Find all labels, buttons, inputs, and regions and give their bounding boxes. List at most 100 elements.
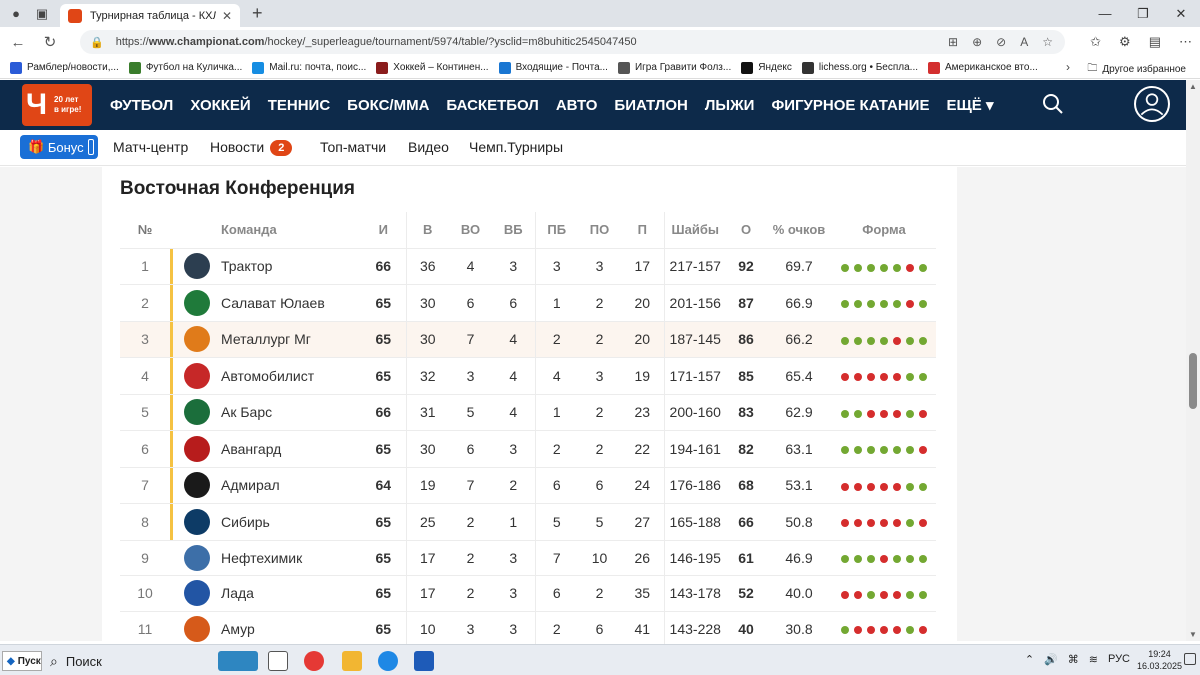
edge-browser-icon[interactable] (378, 651, 398, 671)
nav-item[interactable]: ФУТБОЛ (110, 97, 173, 114)
table-row[interactable]: 1 Трактор 66 36 4 3 3 3 17 217-157 92 69.7 (120, 247, 936, 285)
nav-item[interactable]: БИАТЛОН (614, 97, 687, 114)
col-header-wins[interactable]: В (405, 212, 449, 248)
nav-item[interactable]: ХОККЕЙ (190, 97, 250, 114)
top-matches-link[interactable]: Топ-матчи (320, 139, 386, 155)
col-header-number[interactable]: № (120, 212, 170, 248)
nav-item[interactable]: АВТО (556, 97, 598, 114)
team-name[interactable]: Адмирал (221, 466, 361, 504)
match-center-link[interactable]: Матч-центр (113, 139, 188, 155)
read-aloud-icon[interactable]: A (1020, 35, 1028, 49)
language-indicator[interactable]: РУС (1108, 653, 1130, 666)
clock[interactable]: 19:24 16.03.2025 (1137, 648, 1182, 672)
col-header-points[interactable]: О (726, 212, 766, 248)
col-header-goals[interactable]: Шайбы (663, 212, 726, 248)
bookmark-item[interactable]: lichess.org • Беспла... (801, 61, 918, 74)
refresh-icon[interactable]: ↻ (36, 33, 64, 51)
col-header-so-wins[interactable]: ВБ (492, 212, 535, 248)
bookmark-item[interactable]: Американское вто... (928, 61, 1038, 74)
nav-item[interactable]: БАСКЕТБОЛ (446, 97, 538, 114)
restore-icon[interactable]: ❐ (1124, 6, 1162, 22)
close-window-icon[interactable]: ✕ (1162, 6, 1200, 22)
col-header-losses[interactable]: П (621, 212, 664, 248)
col-header-so-losses[interactable]: ПБ (534, 212, 578, 248)
extensions-icon[interactable]: ⚙ (1119, 34, 1131, 50)
nav-item[interactable]: ЕЩЁ ▾ (946, 96, 993, 114)
show-hidden-icon[interactable]: ⌃ (1025, 653, 1034, 666)
team-name[interactable]: Металлург Мг (221, 320, 361, 358)
team-name[interactable]: Ак Барс (221, 393, 361, 431)
bookmark-item[interactable]: Хоккей – Континен... (376, 61, 489, 74)
table-row[interactable]: 3 Металлург Мг 65 30 7 4 2 2 20 187-145 86 66.2 (120, 320, 936, 358)
wifi-icon[interactable]: ≋ (1089, 653, 1098, 666)
nav-item[interactable]: ТЕННИС (268, 97, 330, 114)
table-row[interactable]: 7 Адмирал 64 19 7 2 6 6 24 176-186 68 53.1 (120, 466, 936, 504)
taskbar-search[interactable]: ⌕ Поиск (50, 649, 210, 673)
site-logo[interactable]: Ч 20 лет в игре! (22, 84, 92, 126)
apps-icon[interactable]: ⊞ (948, 35, 958, 49)
scroll-down-icon[interactable]: ▼ (1189, 630, 1197, 639)
nav-item[interactable]: БОКС/ММА (347, 97, 429, 114)
file-explorer-icon[interactable] (342, 651, 362, 671)
bookmark-item[interactable]: Mail.ru: почта, поис... (252, 61, 366, 74)
favorite-star-icon[interactable]: ☆ (1042, 35, 1053, 49)
col-header-games[interactable]: И (361, 212, 406, 248)
bookmark-item[interactable]: Входящие - Почта... (498, 61, 608, 74)
bookmark-item[interactable]: Игра Гравити Фолз... (617, 61, 731, 74)
url-field[interactable]: 🔒 https://www.championat.com/hockey/_sup… (80, 30, 1065, 54)
yandex-browser-icon[interactable] (304, 651, 324, 671)
close-tab-icon[interactable]: ✕ (222, 9, 232, 23)
champ-tournaments-link[interactable]: Чемп.Турниры (469, 139, 563, 155)
minimize-icon[interactable]: — (1086, 6, 1124, 21)
video-link[interactable]: Видео (408, 139, 449, 155)
scroll-up-icon[interactable]: ▲ (1189, 82, 1197, 91)
table-row[interactable]: 5 Ак Барс 66 31 5 4 1 2 23 200-160 83 62.9 (120, 393, 936, 431)
table-row[interactable]: 8 Сибирь 65 25 2 1 5 5 27 165-188 66 50.8 (120, 503, 936, 540)
volume-icon[interactable]: 🔊 (1044, 653, 1058, 666)
nav-item[interactable]: ЛЫЖИ (705, 97, 755, 114)
team-name[interactable]: Амур (221, 610, 361, 647)
team-name[interactable]: Трактор (221, 247, 361, 285)
team-name[interactable]: Лада (221, 575, 361, 611)
col-header-team[interactable]: Команда (221, 212, 361, 248)
start-button[interactable]: ◆ Пуск (2, 651, 42, 671)
notifications-icon[interactable] (1184, 653, 1196, 665)
word-icon[interactable] (414, 651, 434, 671)
browser-tab[interactable]: Турнирная таблица - КХЛ 2024/... ✕ (60, 4, 240, 27)
bookmark-item[interactable]: Рамблер/новости,... (10, 61, 119, 74)
scroll-thumb[interactable] (1189, 353, 1197, 409)
col-header-points-pct[interactable]: % очков (766, 212, 832, 248)
favorites-icon[interactable]: ✩ (1090, 34, 1101, 50)
network-icon[interactable]: ⌘ (1068, 653, 1079, 666)
back-arrow-icon[interactable]: ← (4, 34, 32, 51)
nav-item[interactable]: ФИГУРНОЕ КАТАНИЕ (771, 97, 929, 114)
bookmarks-more-chevron-icon[interactable]: › (1066, 60, 1070, 74)
lock-icon[interactable]: 🔒 (90, 36, 104, 49)
search-icon[interactable] (1042, 93, 1064, 115)
bookmark-item[interactable]: Футбол на Куличка... (128, 61, 242, 74)
col-header-ot-losses[interactable]: ПО (578, 212, 621, 248)
team-name[interactable]: Нефтехимик (221, 539, 361, 576)
team-name[interactable]: Салават Юлаев (221, 284, 361, 321)
user-profile-icon[interactable] (1134, 86, 1170, 122)
task-view-icon[interactable] (268, 651, 288, 671)
more-menu-icon[interactable]: ⋯ (1179, 34, 1192, 50)
table-row[interactable]: 10 Лада 65 17 2 3 6 2 35 143-178 52 40.0 (120, 575, 936, 611)
table-row[interactable]: 9 Нефтехимик 65 17 2 3 7 10 26 146-195 61 46.9 (120, 539, 936, 576)
bonus-button[interactable]: 🎁 Бонус (20, 135, 98, 159)
bookmark-item[interactable]: Яндекс (741, 61, 792, 74)
collections-icon[interactable]: ▤ (1149, 34, 1161, 50)
team-name[interactable]: Автомобилист (221, 357, 361, 394)
col-header-ot-wins[interactable]: ВО (449, 212, 492, 248)
page-scrollbar[interactable]: ▲ ▼ (1186, 80, 1200, 641)
table-row[interactable]: 11 Амур 65 10 3 3 2 6 41 143-228 40 30.8 (120, 610, 936, 647)
news-link[interactable]: Новости 2 (210, 139, 293, 156)
team-name[interactable]: Сибирь (221, 503, 361, 540)
tab-actions-icon[interactable]: ▣ (32, 4, 52, 24)
table-row[interactable]: 2 Салават Юлаев 65 30 6 6 1 2 20 201-156 87 66.9 (120, 284, 936, 321)
zoom-icon[interactable]: ⊕ (972, 35, 982, 49)
other-favorites-folder[interactable]: 🗀 Другое избранное (1087, 61, 1186, 78)
profile-icon[interactable]: ● (6, 4, 26, 24)
new-tab-icon[interactable]: + (252, 3, 263, 24)
table-row[interactable]: 4 Автомобилист 65 32 3 4 4 3 19 171-157 85 65.4 (120, 357, 936, 394)
